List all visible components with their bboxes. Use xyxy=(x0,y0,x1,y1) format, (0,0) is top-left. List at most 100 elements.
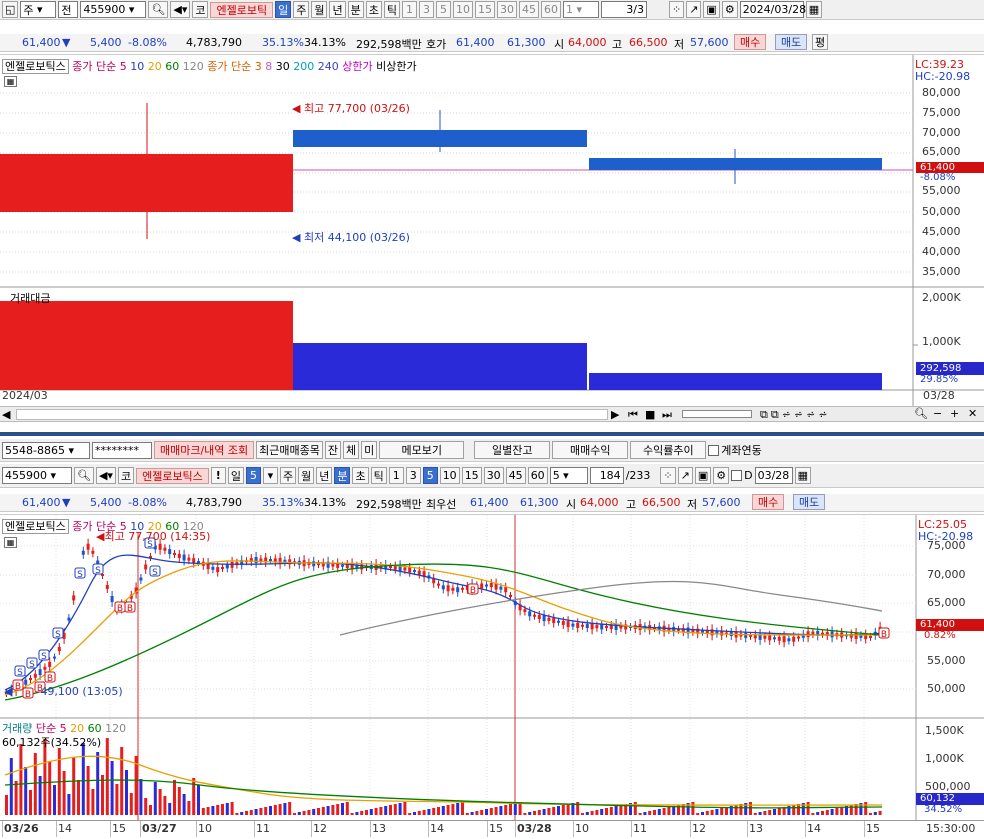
scroll-right-icon[interactable]: ▶ xyxy=(611,408,619,421)
bottom-stock-code-input[interactable]: 455900 ▾ xyxy=(2,467,72,484)
zoom-slider[interactable] xyxy=(682,410,752,418)
trade-profit-button[interactable]: 매매수익 xyxy=(552,441,629,459)
search-icon[interactable]: 🔍︎ xyxy=(148,1,169,18)
bottom-vol-pct: 34.52% xyxy=(924,804,963,815)
interval-1[interactable]: 1 xyxy=(401,1,417,18)
stop-icon[interactable]: ■ xyxy=(645,408,655,421)
bottom-speaker-icon[interactable]: ◀▾ xyxy=(95,467,116,484)
bottom-period-year[interactable]: 년 xyxy=(316,467,333,484)
bottom-market-badge[interactable]: 코 xyxy=(117,467,135,484)
period-year[interactable]: 년 xyxy=(329,1,346,18)
scroll-track[interactable] xyxy=(16,409,608,420)
filled-button[interactable]: 체 xyxy=(343,441,360,459)
grid-icon[interactable]: ⁘ xyxy=(668,1,685,18)
daily-balance-button[interactable]: 일별잔고 xyxy=(474,441,551,459)
bottom-grid-icon[interactable]: ⁘ xyxy=(660,467,676,484)
expand-icon[interactable]: ✕ xyxy=(968,407,977,420)
bottom-stock-name[interactable]: 엔젤로보틱스 xyxy=(136,467,209,484)
stock-name[interactable]: 엔젤로보틱 xyxy=(210,1,274,18)
bottom-save-icon[interactable]: ▣ xyxy=(694,467,712,484)
period-month[interactable]: 월 xyxy=(311,1,328,18)
return-trend-button[interactable]: 수익률추이 xyxy=(630,441,707,459)
bottom-calendar-icon[interactable]: ▦ xyxy=(794,467,811,484)
zoom-icon[interactable]: 🔍︎ xyxy=(914,407,928,420)
bottom-interval-15[interactable]: 15 xyxy=(461,467,482,484)
market-badge[interactable]: 코 xyxy=(192,1,209,18)
bottom-interval-60[interactable]: 60 xyxy=(527,467,548,484)
bottom-search-icon[interactable]: 🔍︎ xyxy=(74,467,94,484)
d-checkbox[interactable] xyxy=(731,470,743,481)
period-day[interactable]: 일 xyxy=(275,1,292,18)
period-week[interactable]: 주 xyxy=(293,1,310,18)
period-tick[interactable]: 틱 xyxy=(383,1,400,18)
bottom-interval-3[interactable]: 3 xyxy=(405,467,421,484)
interval-15[interactable]: 15 xyxy=(474,1,495,18)
bottom-period-minute[interactable]: 분 xyxy=(334,467,351,484)
zoom-out-icon[interactable]: − xyxy=(933,407,942,420)
bottom-sell-button[interactable]: 매도 xyxy=(793,494,826,510)
bottom-change-percent: -8.08% xyxy=(128,496,167,509)
scroll-left-icon[interactable]: ◀ xyxy=(2,408,10,421)
bottom-interval-1[interactable]: 1 xyxy=(388,467,404,484)
volume-bar-20 xyxy=(101,775,104,815)
grid-toggle-icon[interactable]: ▦ xyxy=(4,76,17,87)
average-button[interactable]: 평 xyxy=(812,34,829,50)
bottom-chart-tool-icon[interactable]: ↗ xyxy=(677,467,693,484)
window-icon[interactable]: ◱ xyxy=(2,1,19,18)
bar-count-input[interactable]: 184 xyxy=(589,467,624,484)
interval-3[interactable]: 3 xyxy=(418,1,434,18)
date-input[interactable]: 2024/03/28 xyxy=(739,1,806,18)
zoom-in-icon[interactable]: + xyxy=(950,407,959,420)
trade-mark-query-button[interactable]: 매매마크/내역 조회 xyxy=(154,441,255,459)
account-link-box[interactable] xyxy=(708,444,720,456)
recent-trades-button[interactable]: 최근매매종목 xyxy=(256,441,323,459)
gear-icon[interactable]: ⚙ xyxy=(721,1,738,18)
play-back-icon[interactable]: ⏮ xyxy=(628,408,638,422)
period-minute[interactable]: 분 xyxy=(347,1,364,18)
bottom-gear-icon[interactable]: ⚙ xyxy=(713,467,730,484)
bottom-grid-toggle-icon[interactable]: ▦ xyxy=(4,537,17,548)
save-icon[interactable]: ▣ xyxy=(703,1,720,18)
interval-45[interactable]: 45 xyxy=(518,1,539,18)
bottom-interval-input[interactable]: 5 ▾ xyxy=(549,467,588,484)
chart-tools-icon[interactable]: ⧉⧉⩫⩫⩫⩫ xyxy=(760,408,831,422)
stock-code-input[interactable]: 455900 ▾ xyxy=(80,1,147,18)
memo-button[interactable]: 메모보기 xyxy=(379,441,465,459)
play-forward-icon[interactable]: ⏭ xyxy=(662,408,672,422)
sell-button[interactable]: 매도 xyxy=(775,34,808,50)
interval-60[interactable]: 60 xyxy=(540,1,561,18)
top-chart-canvas[interactable] xyxy=(0,55,984,407)
interval-input[interactable]: 1 ▾ xyxy=(562,1,599,18)
warning-icon[interactable]: ! xyxy=(210,467,226,484)
account-link-checkbox[interactable]: 계좌연동 xyxy=(708,442,762,458)
market-select[interactable]: 주 ▾ xyxy=(20,1,57,18)
chart-tool-icon[interactable]: ↗ xyxy=(686,1,702,18)
bottom-buy-button[interactable]: 매수 xyxy=(752,494,785,510)
bottom-period-week[interactable]: 주 xyxy=(279,467,297,484)
bottom-period-tick[interactable]: 틱 xyxy=(370,467,387,484)
balance-button[interactable]: 잔 xyxy=(324,441,342,459)
password-input[interactable]: ******** xyxy=(92,441,152,459)
bottom-period-second[interactable]: 초 xyxy=(352,467,369,484)
bottom-period-value[interactable]: 5 xyxy=(245,467,261,484)
type-select[interactable]: 전 xyxy=(58,1,79,18)
account-number-input[interactable]: 5548-8865 ▾ xyxy=(2,441,90,459)
bottom-interval-5[interactable]: 5 xyxy=(422,467,438,484)
bottom-interval-10[interactable]: 10 xyxy=(439,467,460,484)
bottom-interval-45[interactable]: 45 xyxy=(505,467,526,484)
interval-5[interactable]: 5 xyxy=(435,1,451,18)
bottom-period-day[interactable]: 일 xyxy=(227,467,244,484)
period-second[interactable]: 초 xyxy=(365,1,382,18)
bottom-interval-30[interactable]: 30 xyxy=(483,467,504,484)
interval-30[interactable]: 30 xyxy=(496,1,517,18)
calendar-icon[interactable]: ▦ xyxy=(805,1,823,18)
bottom-period-month[interactable]: 월 xyxy=(298,467,315,484)
unfilled-button[interactable]: 미 xyxy=(361,441,378,459)
bottom-period-dropdown-icon[interactable]: ▾ xyxy=(262,467,278,484)
volume-bar-64 xyxy=(312,809,316,815)
bottom-date-input[interactable]: 03/28 xyxy=(754,467,793,484)
bottom-chart-canvas[interactable]: SSSSS S SSBBBBB BBB xyxy=(0,515,984,839)
interval-10[interactable]: 10 xyxy=(452,1,473,18)
speaker-icon[interactable]: ◀▾ xyxy=(170,1,191,18)
buy-button[interactable]: 매수 xyxy=(734,34,767,50)
